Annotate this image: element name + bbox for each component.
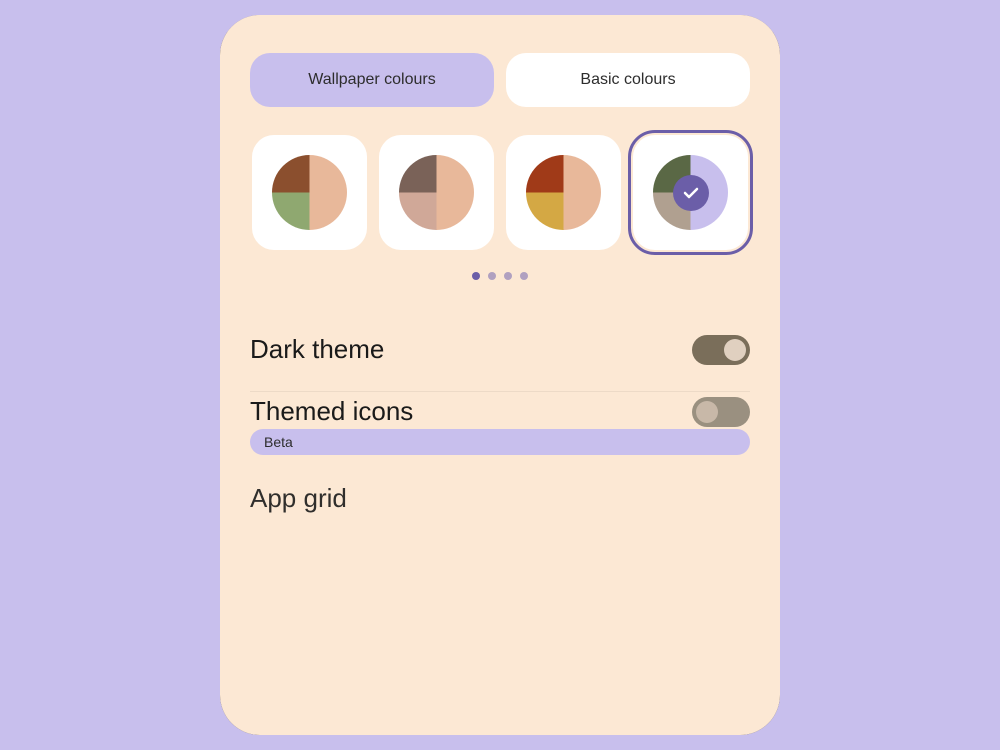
swatch-4[interactable] (633, 135, 748, 250)
page-dots (250, 272, 750, 280)
dark-theme-toggle[interactable] (692, 335, 750, 365)
dark-theme-row: Dark theme (250, 312, 750, 387)
dot-1 (472, 272, 480, 280)
themed-icons-toggle[interactable] (692, 397, 750, 427)
dot-4 (520, 272, 528, 280)
swatch-1[interactable] (252, 135, 367, 250)
tab-row: Wallpaper colours Basic colours (250, 53, 750, 107)
dot-3 (504, 272, 512, 280)
phone-frame: Wallpaper colours Basic colours (220, 15, 780, 735)
swatch-3[interactable] (506, 135, 621, 250)
tab-wallpaper[interactable]: Wallpaper colours (250, 53, 494, 107)
themed-icons-label: Themed icons (250, 396, 413, 427)
pie-chart-3 (526, 155, 601, 230)
app-grid-label: App grid (250, 483, 750, 514)
themed-icons-section: Themed icons Beta (250, 396, 750, 465)
dark-theme-label: Dark theme (250, 334, 384, 365)
content-area: Wallpaper colours Basic colours (220, 33, 780, 735)
pie-chart-2 (399, 155, 474, 230)
selected-check (673, 175, 709, 211)
tab-basic[interactable]: Basic colours (506, 53, 750, 107)
top-overhang (220, 15, 780, 33)
swatches-row (250, 135, 750, 250)
dot-2 (488, 272, 496, 280)
themed-icons-knob (696, 401, 718, 423)
phone-screen: Wallpaper colours Basic colours (220, 15, 780, 735)
themed-icons-row: Themed icons (250, 396, 750, 427)
beta-badge: Beta (250, 429, 750, 455)
dark-theme-knob (724, 339, 746, 361)
separator-1 (250, 391, 750, 392)
pie-chart-1 (272, 155, 347, 230)
pie-chart-4 (653, 155, 728, 230)
swatch-2[interactable] (379, 135, 494, 250)
